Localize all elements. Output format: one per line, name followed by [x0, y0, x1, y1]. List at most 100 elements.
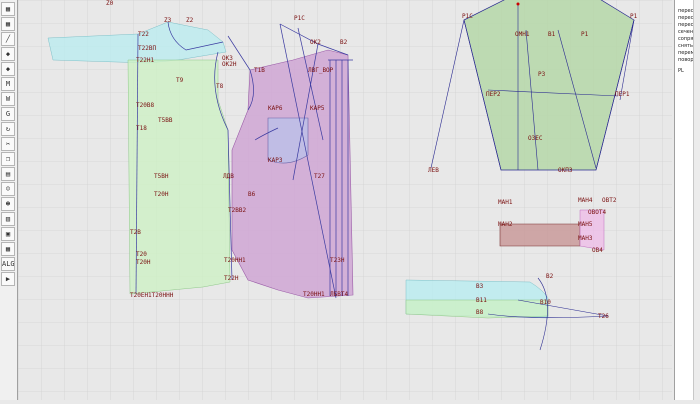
- label-t1v: Т1В: [254, 67, 265, 74]
- measure-tool-button[interactable]: M: [1, 77, 15, 91]
- label-vz: ВЗ: [476, 283, 484, 290]
- label-t22h: Т22Н1: [136, 57, 154, 64]
- mirror-tool-icon: ◆: [5, 65, 11, 73]
- algorithm-tool-button[interactable]: ALG: [1, 257, 15, 271]
- label-t20h: Т20Н: [154, 191, 169, 198]
- cut-tool-icon: ✂: [5, 140, 11, 148]
- pointer-tool-icon: ▦: [5, 5, 11, 13]
- mirror-tool-button[interactable]: ◆: [1, 62, 15, 76]
- label-b2: В2: [340, 39, 348, 46]
- label-r3: Р3: [538, 71, 546, 78]
- grid-tool-button[interactable]: ▦: [1, 17, 15, 31]
- rotate-tool-button[interactable]: ↻: [1, 122, 15, 136]
- cut-tool-button[interactable]: ✂: [1, 137, 15, 151]
- label-lev: ЛЕВ: [428, 167, 439, 174]
- label-t5h: Т5ВН: [154, 173, 169, 180]
- label-z2: Z2: [186, 17, 194, 24]
- grade-tool-icon: ▤: [5, 170, 11, 178]
- label-man2: МАН2: [498, 221, 513, 228]
- line-tool-icon: ╱: [5, 35, 11, 43]
- label-p1c: Р1С: [294, 15, 305, 22]
- layers-tool-button[interactable]: ▦: [1, 242, 15, 256]
- label-ok2: ОК2: [310, 39, 321, 46]
- sleeve-cap-point[interactable]: [516, 2, 520, 6]
- label-v8: В8: [476, 309, 484, 316]
- label-ov4: ОВ4: [592, 247, 603, 254]
- run-tool-icon: ▶: [5, 275, 11, 283]
- label-ovt2: ОВТ2: [602, 197, 617, 204]
- gradation-tool-icon: G: [5, 110, 11, 118]
- cuff-facing-piece[interactable]: [579, 209, 605, 251]
- label-man5: МАН5: [578, 221, 593, 228]
- label-man3: МАН3: [578, 235, 593, 242]
- pattern-drawing[interactable]: Z0 Z3 Z2 Т22 Т22ВП Т22Н1 Т9 Т8 Т20В8 Т5В…: [18, 0, 672, 400]
- label-kar3: КАР3: [268, 157, 283, 164]
- panel-scrollbar[interactable]: [693, 0, 700, 400]
- label-lbvt4: ЛБВТ4: [330, 291, 348, 298]
- grade-tool-button[interactable]: ▤: [1, 167, 15, 181]
- curve-tool-button[interactable]: ◆: [1, 47, 15, 61]
- label-kar5: КАР5: [310, 105, 325, 112]
- label-ok2n: ОК2Н: [222, 61, 237, 68]
- fill-tool-icon: ▥: [5, 215, 11, 223]
- label-man4: МАН4: [578, 197, 593, 204]
- width-tool-button[interactable]: W: [1, 92, 15, 106]
- label-t9: Т9: [176, 77, 184, 84]
- gradation-tool-button[interactable]: G: [1, 107, 15, 121]
- pointer-tool-button[interactable]: ▦: [1, 2, 15, 16]
- left-toolbar: ▦ ▦ ╱ ◆ ◆ M W G ↻ ✂ ❐ ▤ ☺ ☻ ▥ ▣ ▦ ALG ▶: [0, 0, 18, 400]
- label-b6: В6: [248, 191, 256, 198]
- width-tool-icon: W: [5, 95, 11, 103]
- label-per2: ПЕР2: [486, 91, 501, 98]
- run-tool-button[interactable]: ▶: [1, 272, 15, 286]
- print-tool-icon: ▣: [5, 230, 11, 238]
- copy-tool-icon: ❐: [5, 155, 11, 163]
- label-t20h-2: Т20Н: [136, 259, 151, 266]
- grid-tool-icon: ▦: [5, 20, 11, 28]
- label-t20nn1-2: Т20НН1: [303, 291, 325, 298]
- label-kar6: КАР6: [268, 105, 283, 112]
- label-okp3: ОКП3: [558, 167, 573, 174]
- figure-tool-icon: ☻: [5, 200, 11, 208]
- algorithm-tool-icon: ALG: [2, 260, 15, 268]
- label-o3es: О3ЕС: [528, 135, 543, 142]
- layers-tool-icon: ▦: [5, 245, 11, 253]
- label-t8: Т8: [216, 83, 224, 90]
- label-z3: Z3: [164, 17, 172, 24]
- figure-tool-button[interactable]: ☻: [1, 197, 15, 211]
- drawing-canvas[interactable]: Z0 Z3 Z2 Т22 Т22ВП Т22Н1 Т9 Т8 Т20В8 Т5В…: [18, 0, 672, 400]
- label-t2b2: Т2ВВ2: [228, 207, 246, 214]
- person-tool-icon: ☺: [5, 185, 11, 193]
- rotate-tool-icon: ↻: [5, 125, 11, 133]
- label-t23n: Т23Н: [330, 257, 345, 264]
- label-z0: Z0: [106, 0, 114, 7]
- person-tool-button[interactable]: ☺: [1, 182, 15, 196]
- label-t22: Т22: [138, 31, 149, 38]
- curve-tool-icon: ◆: [5, 50, 11, 58]
- label-t2b: Т2В: [130, 229, 141, 236]
- label-b1-sleeve: В1: [548, 31, 556, 38]
- fill-tool-button[interactable]: ▥: [1, 212, 15, 226]
- label-per1: ПЕР1: [615, 91, 630, 98]
- label-v2: В2: [546, 273, 554, 280]
- label-r1c: Р1С: [462, 13, 473, 20]
- line-tool-button[interactable]: ╱: [1, 32, 15, 46]
- label-t26: Т26: [598, 313, 609, 320]
- copy-tool-button[interactable]: ❐: [1, 152, 15, 166]
- label-t22p: Т22ВП: [138, 45, 156, 52]
- measure-tool-icon: M: [5, 80, 11, 88]
- label-lvg-vor: ЛВГ_ВОР: [308, 67, 334, 74]
- label-t18: Т18: [136, 125, 147, 132]
- label-t27: Т27: [314, 173, 325, 180]
- label-t20nn1: Т20НН1: [224, 257, 246, 264]
- label-v11: В11: [476, 297, 487, 304]
- label-ldv: ЛДВ: [223, 173, 234, 180]
- label-man1: МАН1: [498, 199, 513, 206]
- label-t20: Т20: [136, 251, 147, 258]
- label-t20b8: Т20В8: [136, 102, 154, 109]
- label-r1: Р1: [630, 13, 638, 20]
- label-v10: В10: [540, 299, 551, 306]
- label-r1-right: Р1: [581, 31, 589, 38]
- print-tool-button[interactable]: ▣: [1, 227, 15, 241]
- label-t22n: Т22Н: [224, 275, 239, 282]
